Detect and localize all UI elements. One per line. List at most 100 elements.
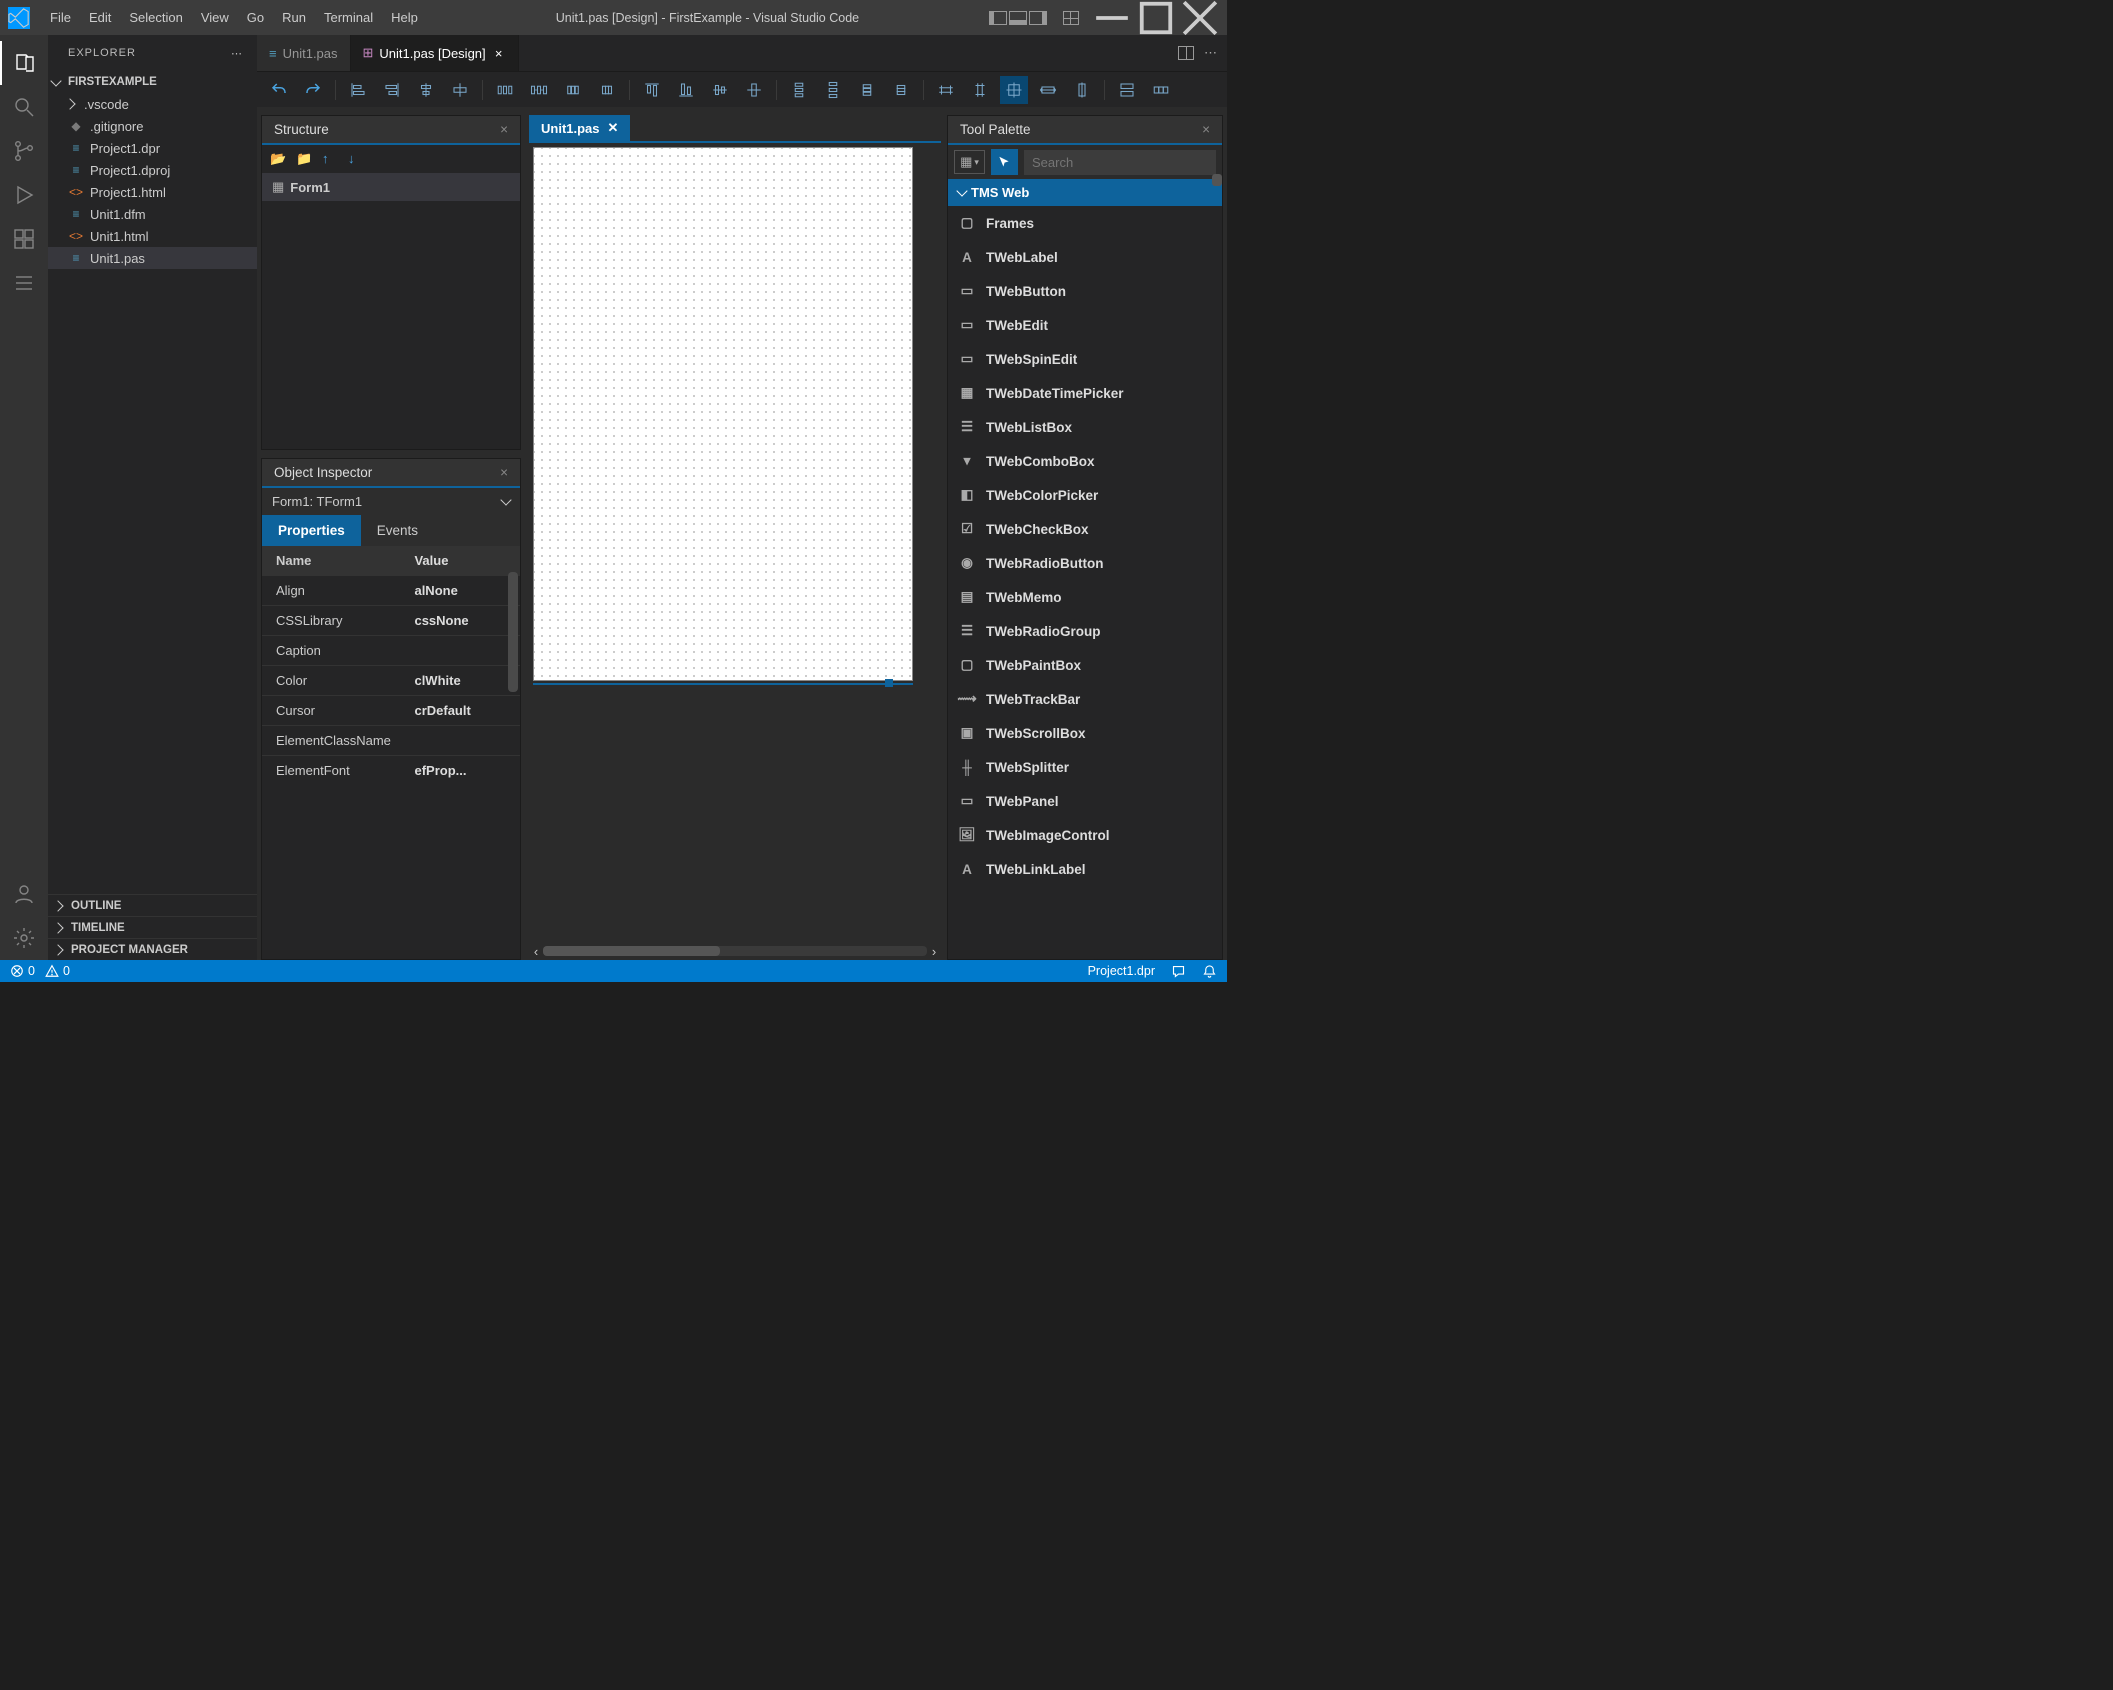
property-value[interactable]: efProp... [406, 756, 520, 785]
minimize-button[interactable] [1093, 4, 1131, 32]
same-height-button[interactable] [966, 76, 994, 104]
feedback-icon[interactable] [1171, 964, 1186, 979]
palette-category-tmsweb[interactable]: TMS Web [948, 179, 1222, 206]
file-project1-dproj[interactable]: ≡Project1.dproj [48, 159, 257, 181]
align-left-edges-button[interactable] [344, 76, 372, 104]
menu-selection[interactable]: Selection [121, 6, 190, 29]
status-problems[interactable]: 0 0 [10, 964, 70, 978]
palette-scrollbar-thumb[interactable] [1212, 174, 1222, 186]
increase-h-space-button[interactable] [525, 76, 553, 104]
decrease-h-space-button[interactable] [559, 76, 587, 104]
property-row-caption[interactable]: Caption [262, 635, 520, 665]
tab-properties[interactable]: Properties [262, 515, 361, 546]
activity-source-control[interactable] [0, 129, 48, 173]
palette-item-twebmemo[interactable]: ▤TWebMemo [948, 580, 1222, 614]
property-value[interactable] [406, 726, 520, 755]
palette-item-twebscrollbox[interactable]: ▣TWebScrollBox [948, 716, 1222, 750]
menu-run[interactable]: Run [274, 6, 314, 29]
palette-item-twebbutton[interactable]: ▭TWebButton [948, 274, 1222, 308]
align-v-center-window-button[interactable] [740, 76, 768, 104]
activity-list[interactable] [0, 261, 48, 305]
space-equally-v-button[interactable] [785, 76, 813, 104]
property-value[interactable]: crDefault [406, 696, 520, 725]
tab-unit1-design[interactable]: ⊞ Unit1.pas [Design] × [351, 35, 519, 71]
customize-layout-icon[interactable] [1063, 11, 1079, 25]
structure-close-icon[interactable]: × [500, 122, 508, 137]
file-project1-dpr[interactable]: ≡Project1.dpr [48, 137, 257, 159]
palette-item-tweblinklabel[interactable]: ATWebLinkLabel [948, 852, 1222, 886]
center-h-button[interactable] [1034, 76, 1062, 104]
remove-v-space-button[interactable] [887, 76, 915, 104]
space-equally-h-button[interactable] [491, 76, 519, 104]
section-timeline[interactable]: TIMELINE [48, 916, 257, 938]
palette-item-twebsplitter[interactable]: ╫TWebSplitter [948, 750, 1222, 784]
form-canvas[interactable] [533, 147, 913, 681]
designer-tab[interactable]: Unit1.pas ✕ [529, 115, 630, 141]
close-tab-icon[interactable]: × [492, 46, 506, 61]
center-v-button[interactable] [1068, 76, 1096, 104]
palette-item-frames[interactable]: ▢Frames [948, 206, 1222, 240]
palette-close-icon[interactable]: × [1202, 122, 1210, 137]
tab-events[interactable]: Events [361, 515, 434, 546]
undo-button[interactable] [265, 76, 293, 104]
activity-search[interactable] [0, 85, 48, 129]
explorer-more-icon[interactable]: ⋯ [231, 47, 243, 60]
property-value[interactable] [406, 636, 520, 665]
activity-run-debug[interactable] [0, 173, 48, 217]
resize-handle[interactable] [885, 679, 893, 687]
tab-order-button[interactable] [1113, 76, 1141, 104]
scroll-left-icon[interactable]: ‹ [529, 944, 543, 959]
file-unit1-dfm[interactable]: ≡Unit1.dfm [48, 203, 257, 225]
menu-edit[interactable]: Edit [81, 6, 119, 29]
menu-file[interactable]: File [42, 6, 79, 29]
align-h-center-button[interactable] [412, 76, 440, 104]
file-unit1-pas[interactable]: ≡Unit1.pas [48, 247, 257, 269]
structure-up-icon[interactable]: ↑ [322, 151, 338, 167]
property-row-elementfont[interactable]: ElementFontefProp... [262, 755, 520, 785]
palette-item-twebdatetimepicker[interactable]: ▦TWebDateTimePicker [948, 376, 1222, 410]
file-unit1-html[interactable]: <>Unit1.html [48, 225, 257, 247]
palette-item-twebimagecontrol[interactable]: 🖼TWebImageControl [948, 818, 1222, 852]
palette-item-twebspinedit[interactable]: ▭TWebSpinEdit [948, 342, 1222, 376]
toggle-secondary-sidebar-icon[interactable] [1029, 11, 1047, 25]
designer-canvas-area[interactable] [529, 143, 941, 944]
menu-terminal[interactable]: Terminal [316, 6, 381, 29]
scroll-track[interactable] [543, 946, 927, 956]
maximize-button[interactable] [1137, 4, 1175, 32]
activity-accounts[interactable] [0, 872, 48, 916]
palette-item-twebpaintbox[interactable]: ▢TWebPaintBox [948, 648, 1222, 682]
same-width-button[interactable] [932, 76, 960, 104]
align-bottom-edges-button[interactable] [672, 76, 700, 104]
structure-collapse-icon[interactable]: 📁 [296, 151, 312, 167]
tab-unit1-pas[interactable]: ≡ Unit1.pas [257, 35, 351, 71]
palette-item-twebtrackbar[interactable]: ⟿TWebTrackBar [948, 682, 1222, 716]
inspector-close-icon[interactable]: × [500, 465, 508, 480]
designer-h-scrollbar[interactable]: ‹ › [529, 944, 941, 958]
close-window-button[interactable] [1181, 4, 1219, 32]
file--vscode[interactable]: .vscode [48, 93, 257, 115]
menu-go[interactable]: Go [239, 6, 272, 29]
property-row-csslibrary[interactable]: CSSLibrarycssNone [262, 605, 520, 635]
section-outline[interactable]: OUTLINE [48, 894, 257, 916]
status-project[interactable]: Project1.dpr [1088, 964, 1155, 978]
palette-item-twebcombobox[interactable]: ▾TWebComboBox [948, 444, 1222, 478]
toggle-panel-icon[interactable] [1009, 11, 1027, 25]
align-h-center-window-button[interactable] [446, 76, 474, 104]
palette-item-tweblistbox[interactable]: ☰TWebListBox [948, 410, 1222, 444]
scroll-right-icon[interactable]: › [927, 944, 941, 959]
redo-button[interactable] [299, 76, 327, 104]
remove-h-space-button[interactable] [593, 76, 621, 104]
scroll-thumb[interactable] [543, 946, 720, 956]
property-value[interactable]: cssNone [406, 606, 520, 635]
section-project-manager[interactable]: PROJECT MANAGER [48, 938, 257, 960]
menu-view[interactable]: View [193, 6, 237, 29]
palette-item-twebradiobutton[interactable]: ◉TWebRadioButton [948, 546, 1222, 580]
menu-help[interactable]: Help [383, 6, 426, 29]
project-root[interactable]: FIRSTEXAMPLE [48, 71, 257, 93]
inspector-object-dropdown[interactable]: Form1: TForm1 [262, 488, 520, 515]
align-top-edges-button[interactable] [638, 76, 666, 104]
designer-tab-close-icon[interactable]: ✕ [608, 120, 619, 136]
same-size-button[interactable] [1000, 76, 1028, 104]
property-row-elementclassname[interactable]: ElementClassName [262, 725, 520, 755]
palette-item-twebpanel[interactable]: ▭TWebPanel [948, 784, 1222, 818]
